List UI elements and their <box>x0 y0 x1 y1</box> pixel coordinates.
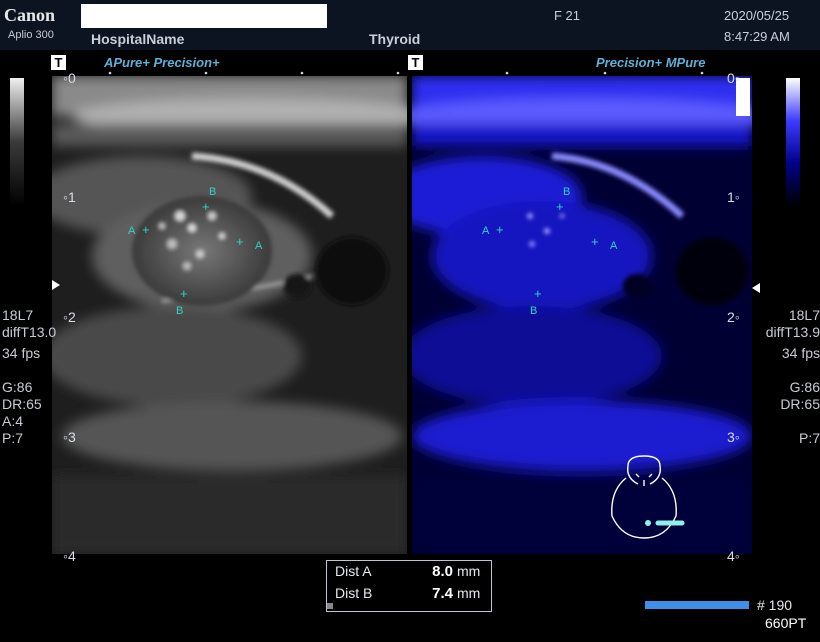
dynamic-range: DR:65 <box>780 396 820 412</box>
depth-label: ◦1 <box>63 189 76 205</box>
exam-time: 8:47:29 AM <box>724 29 790 44</box>
gain-value: G:86 <box>2 379 33 395</box>
depth-label: ◦3 <box>63 429 76 445</box>
caliper-cross: + <box>202 199 210 214</box>
caliper-cross: + <box>556 199 564 214</box>
focus-position-icon[interactable] <box>52 280 60 290</box>
exam-organ: Thyroid <box>369 31 421 47</box>
caliper-b-end-label: B <box>530 305 537 317</box>
persistence: P:7 <box>798 430 820 446</box>
caliper-cross: + <box>534 286 542 301</box>
persistence: P:7 <box>2 430 24 446</box>
frame-rate-indicator: F 21 <box>554 8 581 23</box>
measurement-label: Dist B <box>335 585 373 601</box>
probe-preset: 660PT <box>765 615 807 631</box>
diff-tissue-setting: diffT13.9 <box>765 324 820 340</box>
depth-label: 4◦ <box>727 548 740 564</box>
left-mode-label: APure+ Precision+ <box>104 55 220 70</box>
measurement-label: Dist A <box>335 563 372 579</box>
depth-label: ◦2 <box>63 309 76 325</box>
caliper-b-start-label: B <box>563 186 570 198</box>
dynamic-range: DR:65 <box>2 396 42 412</box>
measurement-unit: mm <box>457 585 481 601</box>
gray-map-bar <box>10 78 24 206</box>
t-mode-icon[interactable]: T <box>408 55 423 70</box>
measurement-results-panel[interactable]: Dist A 8.0 mm Dist B 7.4 mm <box>326 560 492 612</box>
hospital-name: HospitalName <box>91 31 185 47</box>
measurement-value: 7.4 <box>432 585 453 602</box>
caliper-cross: + <box>180 286 188 301</box>
left-acquisition-params: 18L7 diffT13.0 34 fps G:86 DR:65 A:4 P:7 <box>2 307 56 447</box>
system-model: Aplio 300 <box>8 29 54 41</box>
caliper-cross: + <box>236 234 244 249</box>
probe-model: 18L7 <box>2 307 34 323</box>
right-acquisition-params: 18L7 diffT13.9 34 fps G:86 DR:65 P:7 <box>752 307 820 447</box>
caliper-cross: + <box>591 234 599 249</box>
caliper-b-start-label: B <box>209 186 216 198</box>
depth-label: 2◦ <box>727 309 740 325</box>
color-mapped-ultrasound-image[interactable]: A + + A B + + B <box>412 76 752 554</box>
depth-label: ◦0 <box>63 70 76 86</box>
acoustic-power: A:4 <box>2 413 24 429</box>
caliper-a-end-label: A <box>255 240 263 252</box>
focus-position-icon[interactable] <box>752 283 760 293</box>
caliper-cross: + <box>142 222 150 237</box>
depth-label: 3◦ <box>727 429 740 445</box>
cine-progress-fill <box>645 601 749 609</box>
depth-label: 1◦ <box>727 189 740 205</box>
gain-value: G:86 <box>789 379 820 395</box>
patient-name-redaction <box>81 4 327 28</box>
depth-label: ◦4 <box>63 548 76 564</box>
measurement-unit: mm <box>457 563 481 579</box>
color-map-bar <box>786 78 800 206</box>
cine-frame-number: # 190 <box>757 597 793 613</box>
right-mode-label: Precision+ MPure <box>596 55 706 70</box>
panel-resize-handle[interactable] <box>327 603 333 609</box>
brand-logo: Canon <box>4 5 56 25</box>
probe-model: 18L7 <box>788 307 820 323</box>
frame-rate: 34 fps <box>2 345 41 361</box>
depth-label: 0◦ <box>727 70 740 86</box>
caliper-cross: + <box>496 222 504 237</box>
caliper-a-end-label: A <box>610 240 618 252</box>
t-mode-icon[interactable]: T <box>51 55 66 70</box>
acoustic-power <box>752 413 820 430</box>
caliper-b-end-label: B <box>176 305 183 317</box>
measurement-value: 8.0 <box>432 563 453 580</box>
caliper-a-start-label: A <box>482 225 490 237</box>
diff-tissue-setting: diffT13.0 <box>2 324 57 340</box>
caliper-a-start-label: A <box>128 225 136 237</box>
exam-date: 2020/05/25 <box>724 8 790 23</box>
frame-rate: 34 fps <box>781 345 820 361</box>
grayscale-ultrasound-image[interactable]: A + + A B + + B <box>52 76 407 554</box>
